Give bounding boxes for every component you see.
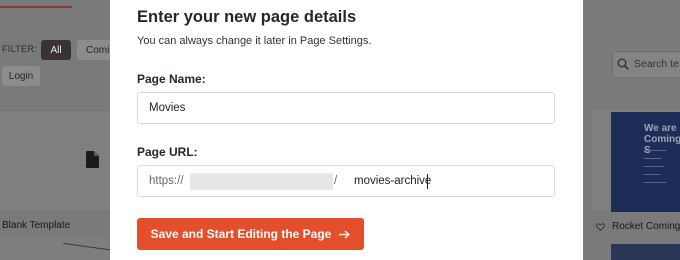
heart-icon[interactable] (596, 223, 605, 231)
page-url-field[interactable]: https:// / (137, 165, 555, 197)
search-placeholder: Search te (634, 58, 679, 70)
rocket-template-label: Rocket Coming S (612, 221, 680, 232)
rocket-thumb-line (644, 166, 664, 167)
document-icon (86, 151, 99, 168)
template-card-lower (0, 238, 116, 260)
page-name-input[interactable] (137, 92, 555, 124)
blank-template-label: Blank Template (2, 220, 71, 231)
rocket-coming-soon-card[interactable]: We are Coming S (611, 112, 680, 212)
save-and-edit-button[interactable]: Save and Start Editing the Page (137, 218, 364, 250)
rocket-thumb-text: We are Coming S (644, 123, 680, 156)
filter-all[interactable]: All (41, 40, 71, 60)
rocket-thumb-line (644, 174, 660, 175)
url-domain-redacted (190, 173, 333, 190)
arrow-right-icon (339, 229, 351, 239)
search-icon (617, 58, 629, 70)
rocket-thumb-line (644, 150, 666, 151)
modal-title: Enter your new page details (137, 8, 357, 26)
filter-login[interactable]: Login (2, 66, 40, 86)
page-name-label: Page Name: (137, 72, 206, 86)
page-url-slug-input[interactable] (354, 175, 514, 187)
background-tab-underline (0, 6, 72, 8)
filter-label: FILTER: (2, 44, 37, 54)
save-button-label: Save and Start Editing the Page (150, 227, 332, 241)
url-prefix: https:// (149, 175, 184, 187)
url-separator: / (334, 175, 338, 187)
modal-subtitle: You can always change it later in Page S… (137, 35, 372, 47)
rocket-thumb-line (644, 182, 666, 183)
new-page-modal: Enter your new page details You can alwa… (110, 0, 583, 260)
rocket-thumb-line (644, 158, 662, 159)
template-card-lower-right (611, 244, 680, 260)
text-cursor (427, 174, 428, 189)
page-url-label: Page URL: (137, 145, 198, 159)
